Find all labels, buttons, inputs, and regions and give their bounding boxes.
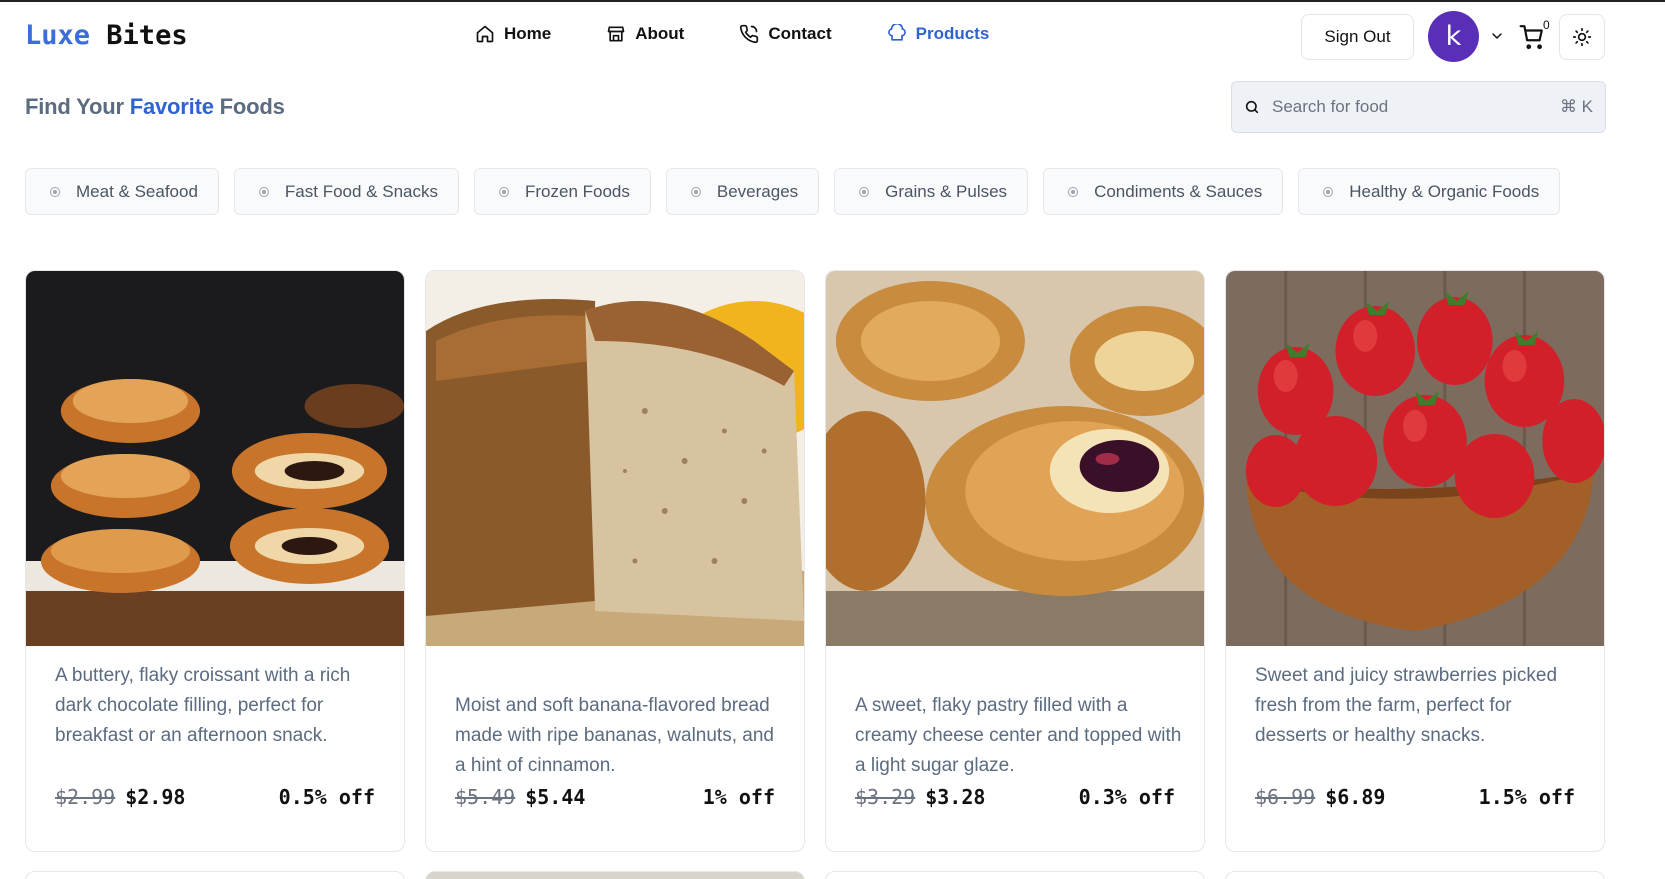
nav-label-home: Home [504, 24, 552, 43]
radio-dot-icon [859, 186, 870, 197]
radio-dot-icon [50, 186, 60, 197]
price-row: $6.99 $6.89 1.5% off [1255, 785, 1575, 809]
search-icon [1245, 100, 1259, 114]
sale-price: $5.44 [525, 785, 586, 809]
category-chip-healthy-organic[interactable]: Healthy & Organic Foods [1298, 168, 1561, 215]
category-filter-bar: Meat & Seafood Fast Food & Snacks Frozen… [25, 168, 1561, 215]
product-description: Sweet and juicy strawberries picked fres… [1255, 665, 1558, 746]
radio-dot-icon [1068, 186, 1079, 197]
category-label: Beverages [716, 181, 799, 201]
discount-label: 1.5% off [1478, 785, 1575, 809]
nav-label-about: About [635, 24, 685, 43]
original-price: $5.49 [455, 785, 516, 809]
croissant-illustration [26, 271, 404, 646]
nav-item-contact[interactable]: Contact [739, 24, 832, 44]
sale-price: $6.89 [1325, 785, 1386, 809]
title-pre: Find Your [25, 94, 130, 119]
radio-dot-icon [690, 186, 701, 197]
sale-price: $2.98 [125, 785, 186, 809]
sun-icon [1572, 27, 1592, 47]
product-image-banana-bread[interactable] [426, 271, 804, 646]
radio-dot-icon [258, 186, 269, 197]
phone-icon [740, 24, 759, 44]
search-input[interactable] [1272, 97, 1560, 117]
radio-dot-icon [499, 186, 509, 197]
sign-out-button[interactable]: Sign Out [1301, 14, 1414, 60]
category-chip-fast-food[interactable]: Fast Food & Snacks [233, 168, 459, 215]
product-card-partial[interactable] [425, 871, 805, 879]
product-image-strawberries[interactable] [1226, 271, 1604, 646]
theme-toggle-button[interactable] [1559, 14, 1605, 60]
category-label: Frozen Foods [525, 181, 630, 201]
product-card-partial[interactable] [25, 871, 405, 879]
product-card[interactable]: A buttery, flaky croissant with a rich d… [25, 270, 405, 852]
category-chip-beverages[interactable]: Beverages [665, 168, 820, 215]
radio-dot-icon [1323, 186, 1334, 197]
category-chip-condiments[interactable]: Condiments & Sauces [1043, 168, 1284, 215]
brand-part-2: Bites [106, 20, 188, 51]
title-highlight: Favorite [129, 94, 214, 119]
chef-hat-icon [887, 24, 906, 41]
original-price: $2.99 [55, 785, 116, 809]
category-chip-frozen-foods[interactable]: Frozen Foods [474, 168, 651, 215]
category-label: Fast Food & Snacks [284, 181, 438, 201]
price-row: $2.99 $2.98 0.5% off [55, 785, 375, 809]
nav-item-about[interactable]: About [606, 24, 684, 44]
danish-illustration [826, 271, 1204, 646]
site-header: Luxe Bites Home About Contact Products S… [0, 2, 1665, 72]
nav-label-contact: Contact [768, 24, 832, 43]
sale-price: $3.28 [925, 785, 986, 809]
search-shortcut-hint: ⌘ K [1559, 97, 1593, 116]
chevron-down-icon[interactable] [1489, 28, 1505, 44]
original-price: $6.99 [1255, 785, 1316, 809]
brand-part-1: Luxe [25, 20, 91, 51]
product-card-partial[interactable] [1225, 871, 1605, 879]
discount-label: 1% off [702, 785, 775, 809]
product-card[interactable]: Sweet and juicy strawberries picked fres… [1225, 270, 1605, 852]
product-image-cheese-danish[interactable] [826, 271, 1204, 646]
product-image-croissant[interactable] [26, 271, 404, 646]
category-chip-meat-seafood[interactable]: Meat & Seafood [25, 168, 219, 215]
product-card[interactable]: A sweet, flaky pastry filled with a crea… [825, 270, 1205, 852]
nav-item-home[interactable]: Home [475, 24, 551, 44]
store-icon [607, 26, 625, 42]
category-chip-grains-pulses[interactable]: Grains & Pulses [834, 168, 1029, 215]
title-post: Foods [213, 94, 285, 119]
brand-logo[interactable]: Luxe Bites [25, 20, 188, 51]
user-avatar[interactable]: k [1428, 11, 1479, 62]
original-price: $3.29 [855, 785, 916, 809]
banana-bread-illustration [426, 271, 804, 646]
strawberries-illustration [1226, 271, 1604, 646]
product-card-partial[interactable] [825, 871, 1205, 879]
category-label: Condiments & Sauces [1094, 181, 1263, 201]
main-nav: Home About Contact Products [475, 24, 1044, 44]
page-title: Find Your Favorite Foods [25, 94, 285, 120]
product-card[interactable]: Moist and soft banana-flavored bread mad… [425, 270, 805, 852]
product-description: A sweet, flaky pastry filled with a crea… [855, 695, 1182, 776]
nav-item-products[interactable]: Products [887, 24, 990, 44]
search-bar[interactable]: ⌘ K [1231, 81, 1606, 133]
shopping-cart-icon[interactable] [1518, 24, 1546, 50]
discount-label: 0.3% off [1078, 785, 1175, 809]
product-description: A buttery, flaky croissant with a rich d… [55, 665, 351, 746]
category-label: Grains & Pulses [885, 181, 1008, 201]
category-label: Healthy & Organic Foods [1349, 181, 1540, 201]
cart-count-badge: 0 [1543, 18, 1550, 32]
discount-label: 0.5% off [278, 785, 375, 809]
nav-label-products: Products [915, 24, 990, 43]
product-description: Moist and soft banana-flavored bread mad… [455, 695, 774, 776]
price-row: $3.29 $3.28 0.3% off [855, 785, 1175, 809]
home-icon [476, 25, 494, 43]
price-row: $5.49 $5.44 1% off [455, 785, 775, 809]
category-label: Meat & Seafood [76, 181, 198, 201]
